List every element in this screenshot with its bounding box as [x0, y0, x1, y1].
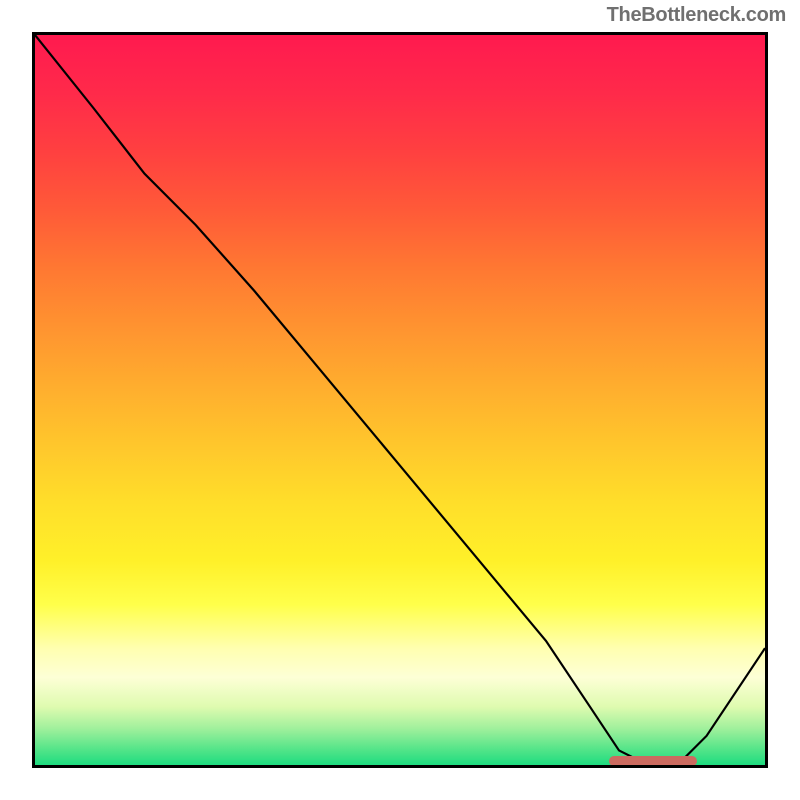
chart-plot-area [32, 32, 768, 768]
chart-svg [35, 35, 765, 765]
chart-curve [35, 35, 765, 765]
minimum-marker [609, 756, 697, 766]
watermark-text: TheBottleneck.com [607, 4, 786, 27]
